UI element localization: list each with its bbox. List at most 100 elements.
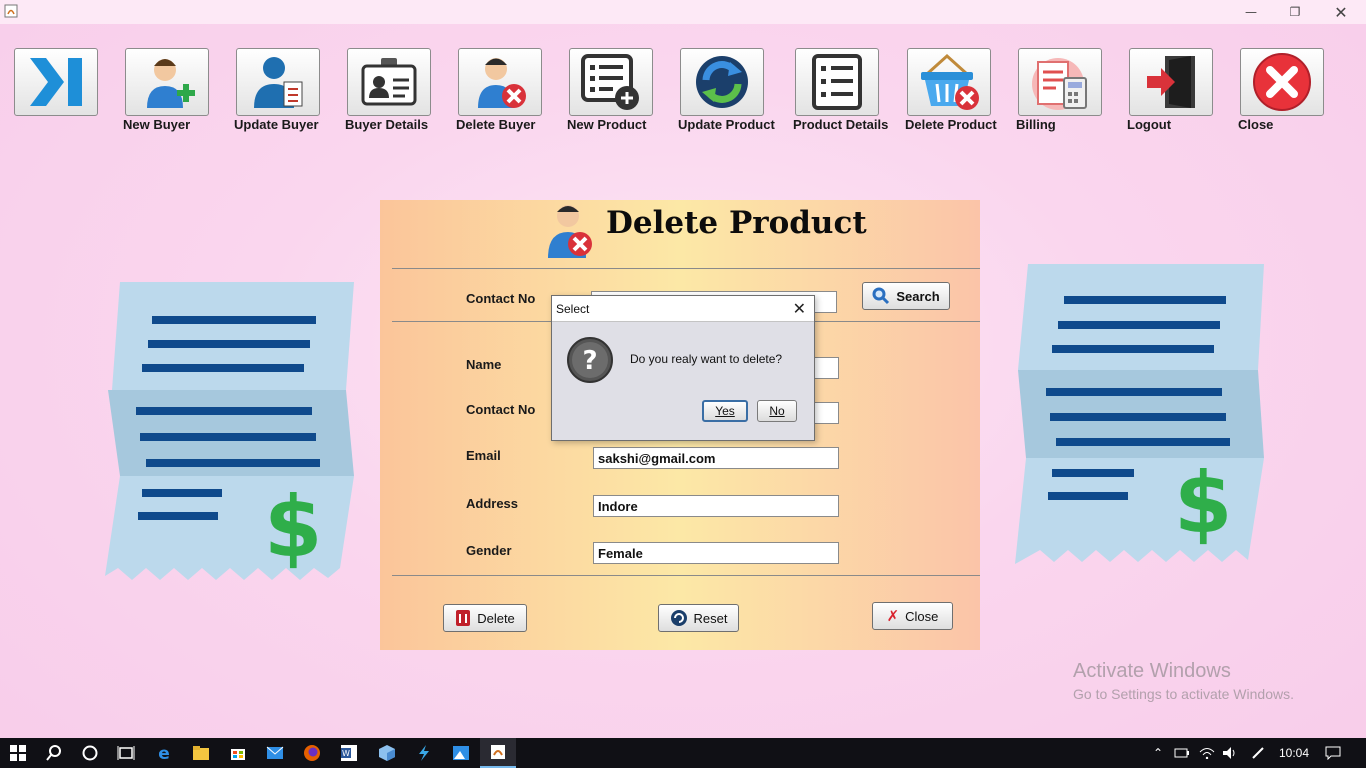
basket-remove-icon: [921, 53, 979, 110]
pen-icon[interactable]: [1248, 738, 1268, 768]
svg-text:W: W: [342, 749, 350, 758]
no-button[interactable]: No: [757, 400, 797, 422]
dialog-title: Select: [556, 302, 590, 316]
start-button[interactable]: [0, 738, 36, 768]
edge-button[interactable]: e: [146, 738, 182, 768]
delete-buyer-button[interactable]: [458, 48, 542, 116]
delete-product-button[interactable]: [907, 48, 991, 116]
reset-button[interactable]: Reset: [658, 604, 739, 632]
dialog-message: Do you realy want to delete?: [630, 352, 783, 366]
email-label: Email: [466, 448, 501, 463]
minimize-icon: —: [1245, 5, 1257, 19]
file-explorer-button[interactable]: [183, 738, 219, 768]
task-view-button[interactable]: [108, 738, 144, 768]
divider: [392, 575, 980, 576]
email-field[interactable]: sakshi@gmail.com: [593, 447, 839, 469]
billing-icon: [1032, 58, 1087, 110]
mail-button[interactable]: [257, 738, 293, 768]
close-app-button[interactable]: [1240, 48, 1324, 116]
firefox-button[interactable]: [294, 738, 330, 768]
gender-field[interactable]: Female: [593, 542, 839, 564]
id-card-icon: [361, 58, 417, 106]
logout-button[interactable]: [1129, 48, 1213, 116]
gender-label: Gender: [466, 543, 512, 558]
buyer-details-button[interactable]: [347, 48, 431, 116]
list-icon: [812, 54, 862, 110]
notification-center-button[interactable]: [1322, 738, 1344, 768]
photos-button[interactable]: [443, 738, 479, 768]
wifi-icon[interactable]: [1196, 738, 1218, 768]
update-product-button[interactable]: [680, 48, 764, 116]
new-buyer-label: New Buyer: [123, 117, 191, 132]
billing-label: Billing: [1016, 117, 1056, 132]
window-title-bar: — ❐ ✕: [0, 0, 1366, 24]
dollar-icon: $: [1174, 454, 1232, 552]
virtualbox-button[interactable]: [369, 738, 405, 768]
delete-user-icon: [548, 205, 592, 258]
yes-button-label: Yes: [715, 404, 735, 418]
taskbar-search-button[interactable]: [36, 738, 72, 768]
delete-buyer-label: Delete Buyer: [456, 117, 536, 132]
minimize-button[interactable]: —: [1228, 2, 1274, 22]
delete-button-label: Delete: [477, 610, 515, 626]
logout-label: Logout: [1127, 117, 1172, 132]
store-button[interactable]: [220, 738, 256, 768]
product-details-button[interactable]: [795, 48, 879, 116]
close-button[interactable]: ✗ Close: [872, 602, 953, 630]
battery-icon[interactable]: [1172, 738, 1192, 768]
word-icon: W: [341, 745, 357, 761]
new-buyer-button[interactable]: [125, 48, 209, 116]
billing-button[interactable]: [1018, 48, 1102, 116]
word-button[interactable]: W: [331, 738, 367, 768]
cube-icon: [379, 745, 395, 761]
cortana-button[interactable]: [72, 738, 108, 768]
activation-watermark-title: Activate Windows: [1073, 660, 1231, 682]
chevron-up-icon: ⌃: [1152, 746, 1164, 760]
collapse-arrow-icon: [30, 58, 82, 106]
divider: [392, 268, 980, 269]
clock[interactable]: 10:04: [1272, 738, 1316, 768]
search-icon: [46, 745, 61, 761]
update-buyer-button[interactable]: [236, 48, 320, 116]
update-product-label: Update Product: [678, 117, 775, 132]
delete-product-label: Delete Product: [905, 117, 997, 132]
svg-text:?: ?: [582, 346, 597, 376]
address-field[interactable]: Indore: [593, 495, 839, 517]
delete-button[interactable]: Delete: [443, 604, 527, 632]
restore-button[interactable]: ❐: [1272, 2, 1318, 22]
java-app-taskbar-button[interactable]: [480, 738, 516, 768]
dialog-close-icon[interactable]: ✕: [793, 299, 806, 318]
product-details-label: Product Details: [793, 117, 889, 132]
add-list-icon: [581, 54, 639, 110]
receipt-illustration-right: $: [1015, 264, 1264, 564]
question-icon: ?: [567, 337, 613, 383]
bolt-app-button[interactable]: [406, 738, 442, 768]
logout-icon: [1147, 56, 1195, 108]
reset-icon: [670, 610, 687, 626]
java-app-icon: [4, 4, 18, 18]
yes-button[interactable]: Yes: [702, 400, 748, 422]
folder-icon: [193, 746, 209, 760]
add-user-icon: [147, 59, 195, 108]
close-icon: ✕: [1334, 2, 1348, 22]
firefox-icon: [304, 745, 320, 761]
show-hidden-icons-button[interactable]: ⌃: [1148, 738, 1168, 768]
mail-icon: [266, 746, 284, 759]
photos-icon: [453, 746, 469, 760]
confirm-dialog: Select ✕ ? Do you realy want to delete? …: [551, 295, 815, 441]
search-contact-label: Contact No: [466, 291, 536, 306]
restore-icon: ❐: [1289, 5, 1301, 19]
search-button[interactable]: Search: [862, 282, 950, 310]
remove-user-icon: [478, 58, 526, 108]
receipt-illustration-left: $: [105, 282, 354, 580]
volume-icon[interactable]: [1220, 738, 1240, 768]
new-product-button[interactable]: [569, 48, 653, 116]
windows-icon: [10, 745, 26, 761]
cortana-icon: [82, 745, 98, 761]
task-view-icon: [117, 746, 135, 760]
close-circle-icon: [1253, 53, 1311, 111]
page-title: Delete Product: [606, 205, 867, 241]
window-close-button[interactable]: ✕: [1318, 2, 1364, 22]
dollar-icon: $: [264, 478, 322, 576]
collapse-button[interactable]: [14, 48, 98, 116]
